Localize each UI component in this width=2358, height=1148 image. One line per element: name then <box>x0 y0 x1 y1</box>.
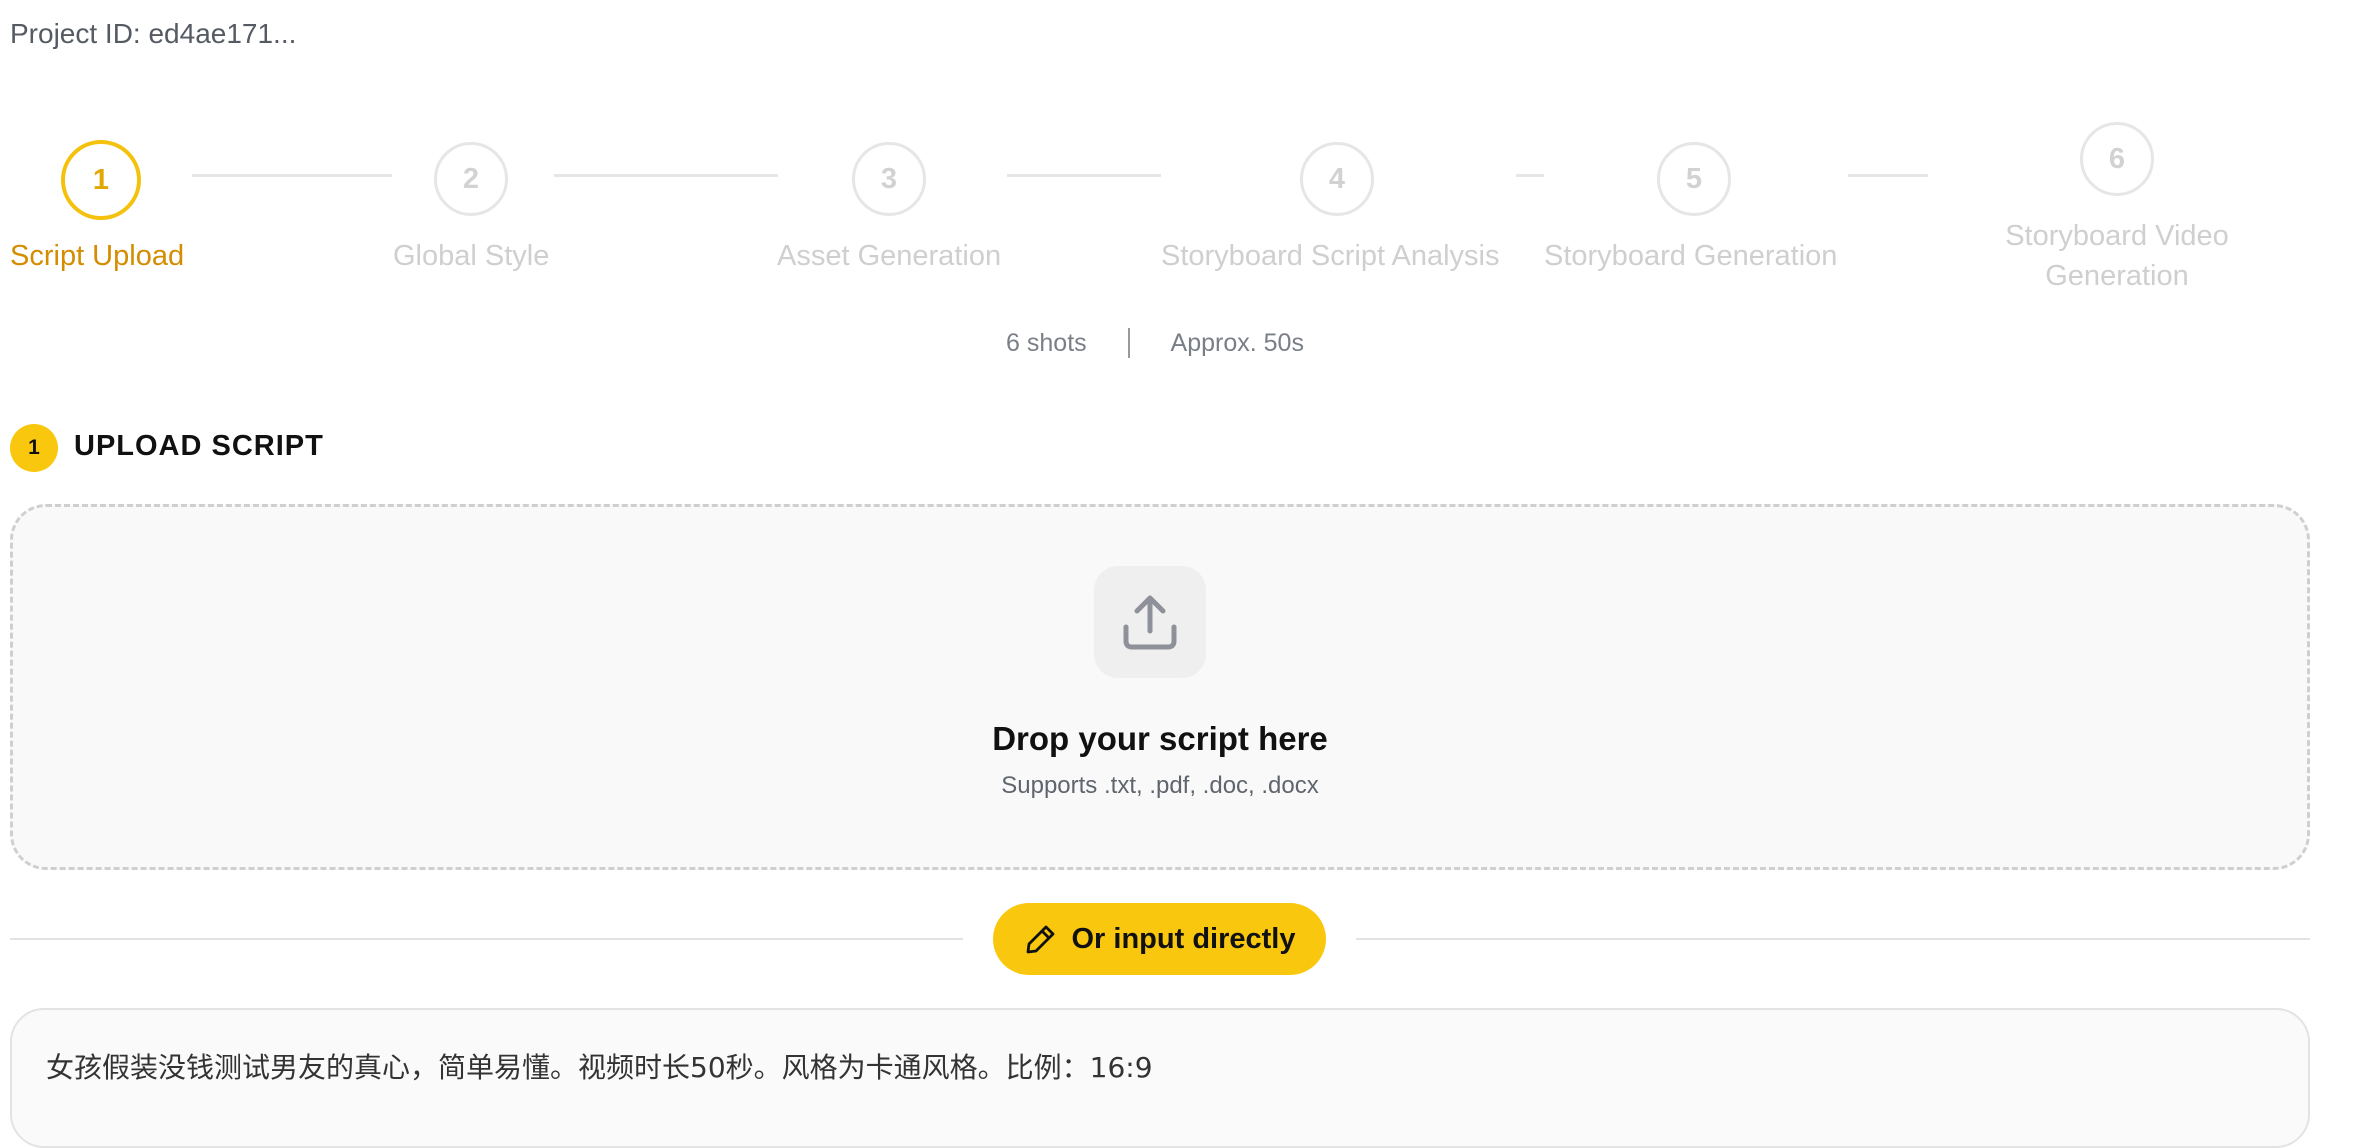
step-5-circle[interactable]: 5 <box>1657 142 1731 216</box>
step-6-label[interactable]: Storyboard Video Generation <box>1957 216 2277 296</box>
step-connector <box>1516 174 1544 177</box>
step-5-label[interactable]: Storyboard Generation <box>1544 236 1837 276</box>
step-connector <box>1007 174 1161 177</box>
upload-icon-container[interactable] <box>1094 566 1206 678</box>
step-3-label[interactable]: Asset Generation <box>777 236 1001 276</box>
upload-icon <box>1123 595 1177 650</box>
script-text-input[interactable]: 女孩假装没钱测试男友的真心，简单易懂。视频时长50秒。风格为卡通风格。比例：16… <box>10 1008 2310 1148</box>
summary-divider <box>1127 328 1130 359</box>
step-4-label[interactable]: Storyboard Script Analysis <box>1161 236 1499 276</box>
dropzone-title: Drop your script here <box>992 720 1328 757</box>
step-connector <box>1848 174 1928 177</box>
project-summary: 6 shots Approx. 50s <box>0 328 2310 359</box>
video-duration: Approx. 50s <box>1170 328 1304 357</box>
divider-line-right <box>1356 938 2310 940</box>
step-2-label[interactable]: Global Style <box>393 236 549 276</box>
divider-line-left <box>10 938 963 940</box>
step-4-circle[interactable]: 4 <box>1300 142 1374 216</box>
input-directly-label: Or input directly <box>1071 922 1296 955</box>
step-3-circle[interactable]: 3 <box>852 142 926 216</box>
pencil-icon <box>1026 925 1054 954</box>
script-dropzone[interactable] <box>10 504 2310 870</box>
input-directly-button[interactable]: Or input directly <box>993 903 1326 975</box>
step-connector <box>554 174 778 177</box>
section-title: UPLOAD SCRIPT <box>74 430 324 462</box>
shot-count: 6 shots <box>1006 328 1087 357</box>
project-id: Project ID: ed4ae171... <box>10 18 297 49</box>
step-1-circle[interactable]: 1 <box>61 140 141 220</box>
section-number-badge: 1 <box>10 424 58 472</box>
step-2-circle[interactable]: 2 <box>434 142 508 216</box>
step-1-label[interactable]: Script Upload <box>10 236 184 276</box>
dropzone-supported-formats: Supports .txt, .pdf, .doc, .docx <box>1001 772 1319 799</box>
step-6-circle[interactable]: 6 <box>2080 122 2154 196</box>
step-connector <box>192 174 392 177</box>
